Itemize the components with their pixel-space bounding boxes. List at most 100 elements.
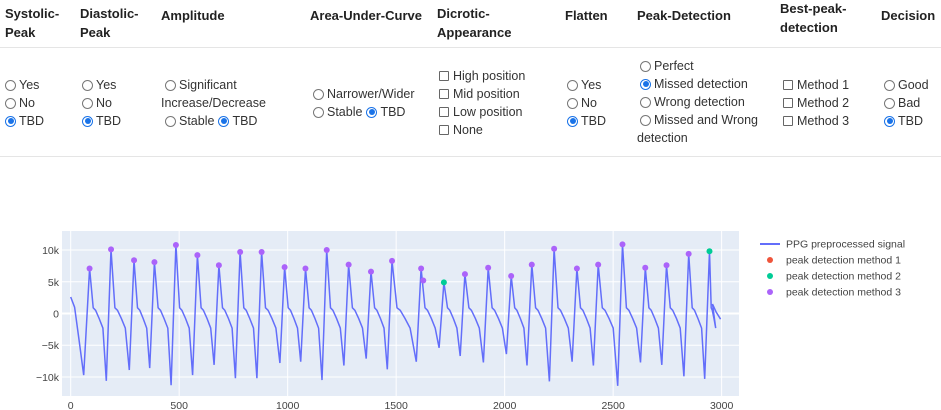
checkbox-icon[interactable]	[783, 98, 793, 108]
best-peak-option-method2[interactable]: Method 2	[783, 94, 849, 112]
best-peak-option-method1[interactable]: Method 1	[783, 76, 849, 94]
peak-method3-marker	[485, 264, 492, 271]
dicrotic-option-mid[interactable]: Mid position	[439, 85, 525, 103]
peak-method3-marker	[302, 265, 309, 272]
checkbox-icon[interactable]	[439, 107, 449, 117]
decision-option-tbd[interactable]: TBD	[884, 112, 929, 130]
option-label: Method 1	[797, 78, 850, 92]
option-label: No	[581, 96, 597, 110]
radio-icon[interactable]	[884, 97, 895, 109]
radio-icon[interactable]	[165, 115, 176, 127]
radio-selected-icon[interactable]	[218, 115, 230, 127]
legend-marker-swatch	[767, 257, 773, 263]
x-tick-label: 1000	[276, 400, 300, 410]
radio-selected-icon[interactable]	[640, 78, 651, 90]
radio-icon[interactable]	[313, 106, 324, 118]
peak-method3-marker	[367, 268, 374, 275]
header-text: Peak-Detection	[637, 8, 731, 23]
peak-method3-marker	[573, 265, 580, 272]
x-tick-label: 500	[170, 400, 188, 410]
radio-selected-icon[interactable]	[82, 115, 93, 127]
checkbox-icon[interactable]	[439, 89, 449, 99]
option-label: TBD	[19, 114, 44, 128]
option-label: Bad	[898, 96, 921, 110]
option-label: No	[96, 96, 112, 110]
amplitude-group: Significant Increase/Decrease Stable TBD	[161, 76, 266, 130]
decision-group: Good Bad TBD	[884, 76, 929, 130]
peak-option-wrong[interactable]: Wrong detection	[637, 93, 758, 111]
flatten-option-yes[interactable]: Yes	[567, 76, 606, 94]
radio-selected-icon[interactable]	[5, 115, 16, 127]
radio-icon[interactable]	[82, 79, 93, 91]
header-decision: Decision	[881, 6, 935, 25]
radio-icon[interactable]	[884, 79, 895, 91]
dicrotic-option-low[interactable]: Low position	[439, 103, 525, 121]
auc-option-tbd[interactable]: TBD	[366, 103, 405, 121]
option-label: High position	[453, 69, 526, 83]
header-text: Dicrotic-	[437, 6, 490, 21]
amplitude-option-tbd[interactable]: TBD	[218, 112, 257, 130]
radio-selected-icon[interactable]	[884, 115, 895, 127]
auc-option-narrower-wider[interactable]: Narrower/Wider	[313, 85, 415, 103]
radio-icon[interactable]	[567, 97, 578, 109]
chart-legend[interactable]: PPG preprocessed signal peak detection me…	[760, 239, 905, 299]
radio-selected-icon[interactable]	[366, 106, 378, 118]
radio-icon[interactable]	[640, 60, 651, 72]
legend-label: peak detection method 2	[786, 271, 901, 283]
peak-option-perfect[interactable]: Perfect	[637, 57, 758, 75]
systolic-option-yes[interactable]: Yes	[5, 76, 44, 94]
radio-icon[interactable]	[313, 88, 324, 100]
best-peak-option-method3[interactable]: Method 3	[783, 112, 849, 130]
option-label: Low position	[453, 105, 523, 119]
peak-method3-marker	[215, 262, 222, 269]
checkbox-icon[interactable]	[439, 71, 449, 81]
systolic-option-no[interactable]: No	[5, 94, 44, 112]
systolic-option-tbd[interactable]: TBD	[5, 112, 44, 130]
amplitude-option-stable[interactable]: Stable	[165, 112, 214, 130]
flatten-option-tbd[interactable]: TBD	[567, 112, 606, 130]
radio-selected-icon[interactable]	[567, 115, 578, 127]
radio-icon[interactable]	[567, 79, 578, 91]
option-label: Missed and Wrong	[654, 113, 758, 127]
auc-option-stable[interactable]: Stable	[313, 103, 362, 121]
header-text: Flatten	[565, 8, 608, 23]
legend-marker-swatch	[767, 289, 773, 295]
decision-option-good[interactable]: Good	[884, 76, 929, 94]
amplitude-option-significant[interactable]: Significant	[161, 76, 266, 94]
ppg-signal-chart[interactable]: 0 500 1000 1500 2000 2500 3000 10k 5k 0 −5k −10k P…	[0, 225, 941, 410]
peak-detection-group: Perfect Missed detection Wrong detection…	[637, 57, 758, 147]
checkbox-icon[interactable]	[783, 80, 793, 90]
option-label: Good	[898, 78, 929, 92]
x-tick-label: 3000	[710, 400, 734, 410]
option-label: Stable	[327, 105, 363, 119]
dicrotic-option-none[interactable]: None	[439, 121, 525, 139]
radio-icon[interactable]	[5, 79, 16, 91]
peak-option-missed-and-wrong[interactable]: Missed and Wrong	[637, 111, 758, 129]
decision-option-bad[interactable]: Bad	[884, 94, 929, 112]
peak-method3-marker	[551, 245, 558, 252]
header-best-peak-detection: Best-peak- detection	[780, 0, 846, 37]
diastolic-option-tbd[interactable]: TBD	[82, 112, 121, 130]
option-label: Significant	[179, 78, 237, 92]
dicrotic-option-high[interactable]: High position	[439, 67, 525, 85]
peak-method2-marker	[440, 279, 447, 286]
peak-method3-marker	[619, 241, 626, 248]
flatten-option-no[interactable]: No	[567, 94, 606, 112]
option-label: Missed detection	[654, 77, 748, 91]
diastolic-option-yes[interactable]: Yes	[82, 76, 121, 94]
radio-icon[interactable]	[82, 97, 93, 109]
peak-option-missed[interactable]: Missed detection	[637, 75, 758, 93]
option-label: Perfect	[654, 59, 694, 73]
checkbox-icon[interactable]	[439, 125, 449, 135]
radio-icon[interactable]	[5, 97, 16, 109]
radio-icon[interactable]	[640, 114, 651, 126]
header-divider	[0, 47, 941, 48]
option-label: detection	[637, 131, 688, 145]
header-text: detection	[780, 20, 838, 35]
radio-icon[interactable]	[165, 79, 176, 91]
radio-icon[interactable]	[640, 96, 651, 108]
diastolic-option-no[interactable]: No	[82, 94, 121, 112]
peak-method3-marker	[151, 259, 158, 266]
x-tick-label: 0	[68, 400, 74, 410]
checkbox-icon[interactable]	[783, 116, 793, 126]
